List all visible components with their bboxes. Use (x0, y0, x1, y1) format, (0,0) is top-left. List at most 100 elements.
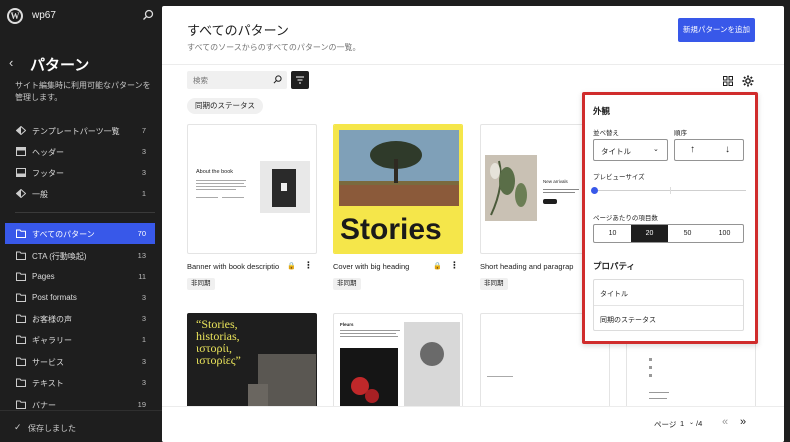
saved-status: 保存しました (28, 424, 76, 433)
sidebar-item-count: 3 (141, 357, 146, 366)
wordpress-logo-icon[interactable]: W (7, 8, 23, 24)
pattern-title[interactable]: Short heading and paragrap (480, 262, 573, 271)
sidebar-title: パターン (30, 57, 90, 74)
more-options-icon[interactable]: ⋮ (450, 260, 459, 271)
per-page-option[interactable]: 100 (706, 225, 743, 242)
pagination: ページ 1 ⌄ /4 « » (162, 406, 784, 442)
sidebar-description: サイト編集時に利用可能なパターンを管理します。 (15, 81, 151, 102)
sort-select[interactable]: タイトル ⌄ (593, 139, 668, 161)
sidebar-item-count: 70 (137, 229, 146, 238)
page-subtitle: すべてのソースからのすべてのパターンの一覧。 (187, 43, 361, 52)
preview-text: Fleurs (340, 322, 354, 327)
folder-icon (16, 293, 26, 302)
folder-icon (16, 335, 26, 344)
sidebar-item-all-patterns[interactable]: すべてのパターン 70 (5, 223, 155, 244)
order-label: 順序 (674, 130, 687, 137)
sidebar-item-label: テキスト (32, 379, 64, 388)
folder-icon (16, 378, 26, 387)
filter-button[interactable] (291, 71, 309, 89)
sidebar-item-count: 3 (141, 168, 146, 177)
book-banner-preview (196, 161, 310, 213)
diamond-icon (16, 189, 26, 198)
preview-heading: About the book (196, 169, 234, 175)
sidebar-item-count: 7 (141, 126, 146, 135)
footer-layout-icon (16, 168, 26, 177)
sidebar-item-label: フッター (32, 169, 64, 178)
pattern-card-preview[interactable]: About the book (187, 124, 317, 254)
last-page-button[interactable]: » (740, 416, 746, 428)
folder-icon (16, 272, 26, 281)
add-new-pattern-button[interactable]: 新規パターンを追加 (678, 18, 755, 42)
preview-size-slider-thumb[interactable] (591, 187, 598, 194)
sidebar-item-count: 1 (141, 189, 146, 198)
sidebar-item-template-parts[interactable]: テンプレートパーツ一覧 7 (5, 120, 155, 141)
sidebar-item-count: 3 (141, 378, 146, 387)
sidebar-item-pages[interactable]: Pages 11 (5, 266, 155, 287)
sidebar-item-general[interactable]: 一般 1 (5, 183, 155, 204)
per-page-option-selected[interactable]: 20 (631, 225, 668, 242)
properties-list: タイトル 同期のステータス (593, 279, 744, 331)
sidebar-item-label: テンプレートパーツ一覧 (32, 127, 120, 136)
page-select[interactable]: 1 (680, 419, 684, 428)
per-page-toggle: 10 20 50 100 (593, 224, 744, 243)
sidebar: W wp67 ‹ パターン サイト編集時に利用可能なパターンを管理します。 テン… (0, 0, 162, 442)
folder-icon (16, 251, 26, 260)
property-title[interactable]: タイトル (600, 289, 628, 299)
sidebar-item-text[interactable]: テキスト 3 (5, 372, 155, 393)
sidebar-item-testimonials[interactable]: お客様の声 3 (5, 308, 155, 329)
sidebar-item-post-formats[interactable]: Post formats 3 (5, 287, 155, 308)
checkmark-icon: ✓ (14, 422, 22, 432)
per-page-option[interactable]: 50 (669, 225, 706, 242)
grid-layout-icon[interactable] (723, 76, 733, 86)
folder-icon (16, 229, 26, 238)
gear-icon[interactable] (742, 75, 754, 87)
folder-icon (16, 314, 26, 323)
page-total: /4 (696, 419, 703, 428)
search-input[interactable]: 検索 (187, 71, 287, 89)
header-layout-icon (16, 147, 26, 156)
sort-value: タイトル (601, 147, 631, 156)
sort-descending-button[interactable]: ↓ (710, 144, 745, 155)
sidebar-divider (15, 212, 155, 213)
property-sync-status[interactable]: 同期のステータス (600, 315, 656, 325)
per-page-option[interactable]: 10 (594, 225, 631, 242)
site-name[interactable]: wp67 (32, 10, 56, 21)
appearance-heading: 外観 (593, 106, 611, 116)
sidebar-item-count: 3 (141, 147, 146, 156)
sidebar-item-label: サービス (32, 358, 64, 367)
sort-label: 並べ替え (593, 130, 619, 137)
page-title: すべてのパターン (187, 23, 289, 38)
search-icon[interactable] (142, 9, 154, 21)
sidebar-item-count: 11 (138, 272, 146, 281)
sidebar-item-label: ギャラリー (32, 336, 72, 345)
back-chevron-icon[interactable]: ‹ (9, 56, 21, 70)
sidebar-item-header[interactable]: ヘッダー 3 (5, 141, 155, 162)
more-options-icon[interactable]: ⋮ (304, 260, 313, 271)
diamond-icon (16, 126, 26, 135)
sync-status-badge: 非同期 (480, 278, 508, 290)
sidebar-item-count: 3 (141, 293, 146, 302)
order-toggle[interactable]: ↑ ↓ (674, 139, 744, 161)
sidebar-item-label: Pages (32, 272, 55, 281)
pattern-title[interactable]: Banner with book descriptio (187, 262, 279, 271)
sidebar-item-count: 3 (141, 314, 146, 323)
sidebar-item-cta[interactable]: CTA (行動喚起) 13 (5, 245, 155, 266)
preview-size-label: プレビューサイズ (593, 174, 645, 181)
chevron-down-icon: ⌄ (689, 420, 695, 426)
chevron-down-icon: ⌄ (653, 146, 659, 153)
sync-status-filter-chip[interactable]: 同期のステータス (187, 98, 263, 114)
sidebar-item-label: すべてのパターン (32, 230, 95, 239)
preview-text: Stories (340, 213, 442, 246)
sidebar-item-count: 13 (137, 251, 146, 260)
sidebar-item-label: Post formats (32, 293, 77, 302)
sidebar-item-footer[interactable]: フッター 3 (5, 162, 155, 183)
sort-ascending-button[interactable]: ↑ (675, 144, 710, 155)
per-page-label: ページあたりの項目数 (593, 215, 658, 222)
pattern-title[interactable]: Cover with big heading (333, 262, 409, 271)
pattern-card-preview[interactable]: Stories (333, 124, 463, 254)
first-page-button[interactable]: « (722, 416, 728, 428)
sidebar-item-services[interactable]: サービス 3 (5, 351, 155, 372)
search-placeholder: 検索 (193, 76, 208, 85)
sidebar-item-label: ヘッダー (32, 148, 64, 157)
sidebar-item-gallery[interactable]: ギャラリー 1 (5, 329, 155, 350)
